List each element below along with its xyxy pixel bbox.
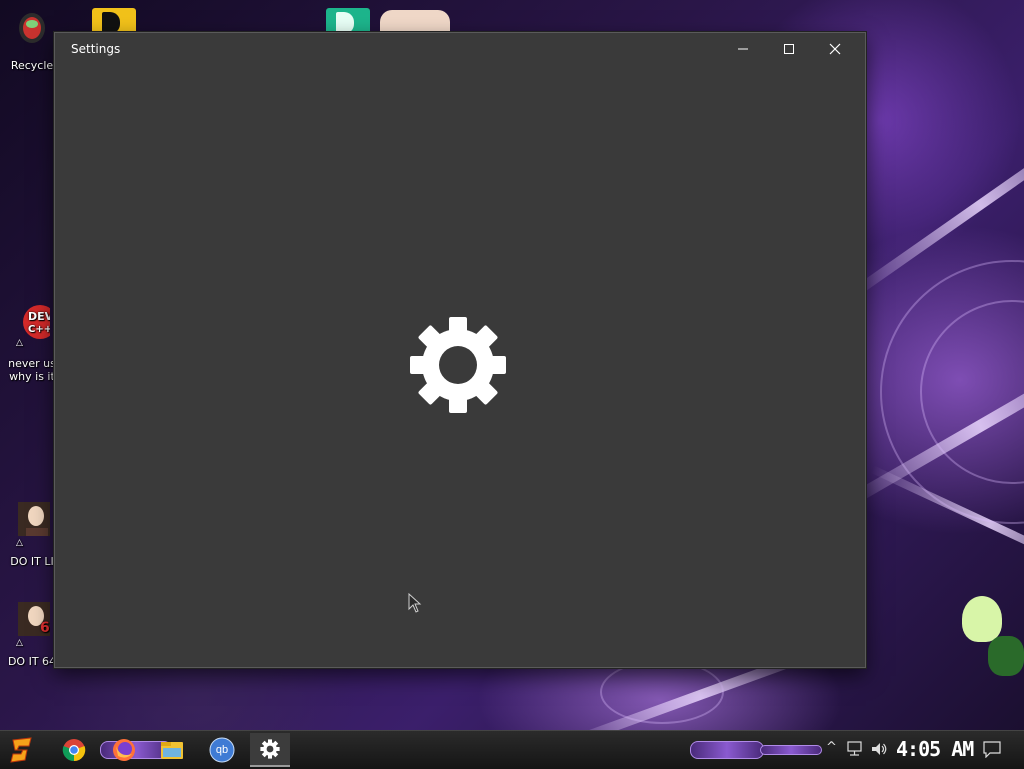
taskbar-file-explorer[interactable] [152,733,192,767]
taskbar-settings[interactable] [250,733,290,767]
close-button[interactable] [812,33,858,65]
settings-gear-icon [410,317,506,413]
portrait-icon: 6 [18,602,50,636]
shortcut-arrow-icon: △ [16,638,23,648]
show-hidden-icons-button[interactable]: ^ [826,740,837,755]
mouse-cursor-icon [408,593,422,613]
taskbar-clock[interactable]: 4:05 AM [896,732,974,766]
desktop-icon-label: never us [8,357,56,370]
recycle-bin-icon [19,13,45,43]
desktop-icon-do-it-64[interactable]: 6 △ DO IT 64 [4,600,60,668]
wallpaper-character [962,596,1002,642]
action-center-icon[interactable] [982,740,1002,758]
svg-text:C++: C++ [28,324,50,335]
qbittorrent-label: qb [215,744,229,756]
desktop-icon-label: DO IT LI [10,555,54,568]
desktop-icon-label: why is it [9,370,55,383]
taskbar-decoration [690,741,764,759]
minimize-icon [738,48,748,50]
settings-icon [260,739,280,759]
minimize-button[interactable] [720,33,766,65]
desktop-icon-label: Recycle [10,59,54,72]
taskbar-qbittorrent[interactable]: qb [202,733,242,767]
start-icon [10,737,32,763]
file-explorer-icon [161,742,183,759]
dev-cpp-icon: DEV C++ [23,305,57,339]
desktop-icon-recycle-bin[interactable]: Recycle [4,8,60,72]
svg-text:DEV: DEV [28,310,50,323]
chrome-icon [62,739,86,762]
desktop-icon-label: DO IT 64 [7,655,57,668]
shortcut-arrow-icon: △ [16,338,23,348]
maximize-button[interactable] [766,33,812,65]
settings-window[interactable]: Settings [54,32,866,668]
portrait-icon [18,502,50,536]
svg-text:6: 6 [40,620,50,636]
maximize-icon [784,44,794,54]
window-title: Settings [71,42,121,56]
desktop-icon-dev-cpp[interactable]: DEV C++ △ never us why is it [4,304,60,383]
wallpaper-ring [600,660,724,724]
taskbar-firefox[interactable] [104,733,144,767]
title-bar[interactable]: Settings [55,33,865,65]
desktop-icon-do-it-li[interactable]: △ DO IT LI [4,500,60,568]
network-icon[interactable] [846,741,864,757]
taskbar-chrome[interactable] [54,733,94,767]
wallpaper-character [988,636,1024,676]
shortcut-arrow-icon: △ [16,538,23,548]
firefox-icon [113,739,135,761]
volume-icon[interactable] [870,741,888,757]
close-icon [829,43,841,55]
taskbar-decoration [760,745,822,755]
start-button[interactable] [4,733,44,767]
